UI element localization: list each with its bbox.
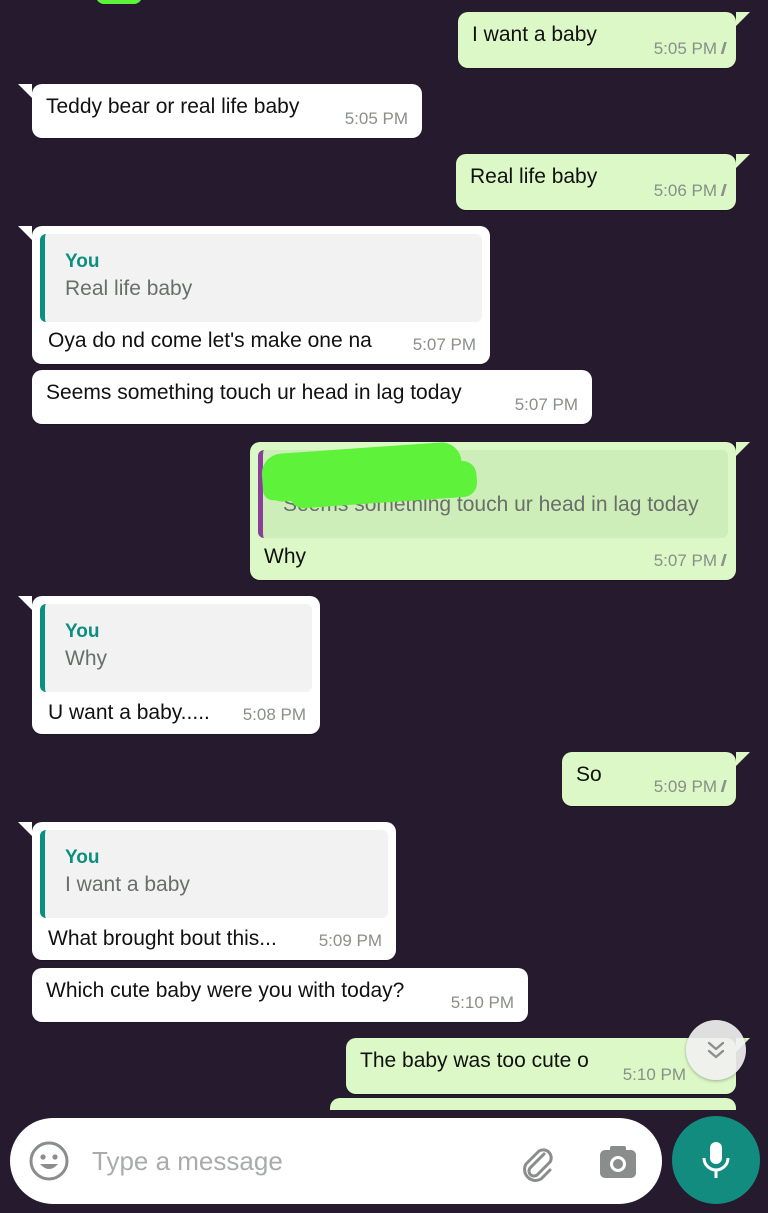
message-time: 5:08 PM: [242, 705, 306, 724]
quoted-message[interactable]: You Why: [40, 604, 312, 692]
scroll-down-button[interactable]: [686, 1020, 746, 1080]
quote-author: You: [65, 847, 100, 868]
mic-button[interactable]: [672, 1116, 760, 1204]
quote-author: You: [65, 621, 100, 642]
message-time: 5:10 PM: [450, 993, 514, 1012]
emoji-icon[interactable]: [28, 1140, 70, 1182]
quoted-message[interactable]: You Real life baby: [40, 234, 482, 322]
message-text: Which cute baby were you with today?: [46, 979, 405, 1002]
attach-icon[interactable]: [514, 1140, 558, 1184]
message-text: Why: [264, 545, 306, 568]
message-text: Seems something touch ur head in lag tod…: [46, 381, 462, 404]
scroll-down-icon: [707, 1041, 725, 1059]
message-text: What brought bout this...: [48, 927, 277, 950]
redaction-mark: [96, 0, 142, 4]
quote-text: I want a baby: [65, 873, 190, 896]
message-outgoing[interactable]: The baby was too cute o 5:10 PM: [346, 1038, 750, 1094]
message-text: Teddy bear or real life baby: [46, 95, 300, 118]
message-incoming[interactable]: Which cute baby were you with today? 5:1…: [32, 968, 528, 1022]
message-time: 5:10 PM: [622, 1065, 686, 1084]
message-time: 5:07 PM: [412, 335, 476, 354]
message-incoming-reply[interactable]: You Real life baby Oya do nd come let's …: [18, 226, 490, 364]
message-text: Real life baby: [470, 165, 598, 188]
quote-author: You: [65, 251, 100, 272]
chat-area[interactable]: I want a baby 5:05 PM// Teddy bear or re…: [0, 0, 768, 1110]
message-text: The baby was too cute o: [360, 1049, 589, 1072]
message-text: So: [576, 763, 602, 786]
message-incoming[interactable]: Teddy bear or real life baby 5:05 PM: [18, 84, 422, 138]
message-time: 5:09 PM: [318, 931, 382, 950]
message-time: 5:07 PM//: [653, 551, 728, 570]
message-time: 5:05 PM//: [653, 39, 728, 58]
message-text: U want a baby.....: [48, 701, 210, 724]
message-time: 5:09 PM//: [653, 777, 728, 796]
message-incoming-reply[interactable]: You Why U want a baby..... 5:08 PM: [18, 596, 320, 734]
quoted-message[interactable]: You I want a baby: [40, 830, 388, 918]
message-text: Oya do nd come let's make one na: [48, 329, 372, 352]
message-text: I want a baby: [472, 23, 597, 46]
quote-text: Real life baby: [65, 277, 193, 300]
message-outgoing[interactable]: I want a baby 5:05 PM//: [458, 12, 750, 68]
message-outgoing-partial[interactable]: [330, 1098, 736, 1110]
message-incoming[interactable]: Seems something touch ur head in lag tod…: [32, 370, 592, 424]
message-time: 5:05 PM: [344, 109, 408, 128]
message-outgoing[interactable]: So 5:09 PM//: [562, 752, 750, 806]
message-incoming-reply[interactable]: You I want a baby What brought bout this…: [18, 822, 396, 960]
quote-text: Why: [65, 647, 107, 670]
message-composer[interactable]: Type a message: [10, 1118, 662, 1204]
message-outgoing[interactable]: Real life baby 5:06 PM//: [456, 154, 750, 210]
camera-icon[interactable]: [596, 1140, 640, 1184]
message-time: 5:06 PM//: [653, 181, 728, 200]
message-time: 5:07 PM: [514, 395, 578, 414]
message-input[interactable]: Type a message: [92, 1146, 283, 1177]
mic-icon: [702, 1142, 730, 1178]
